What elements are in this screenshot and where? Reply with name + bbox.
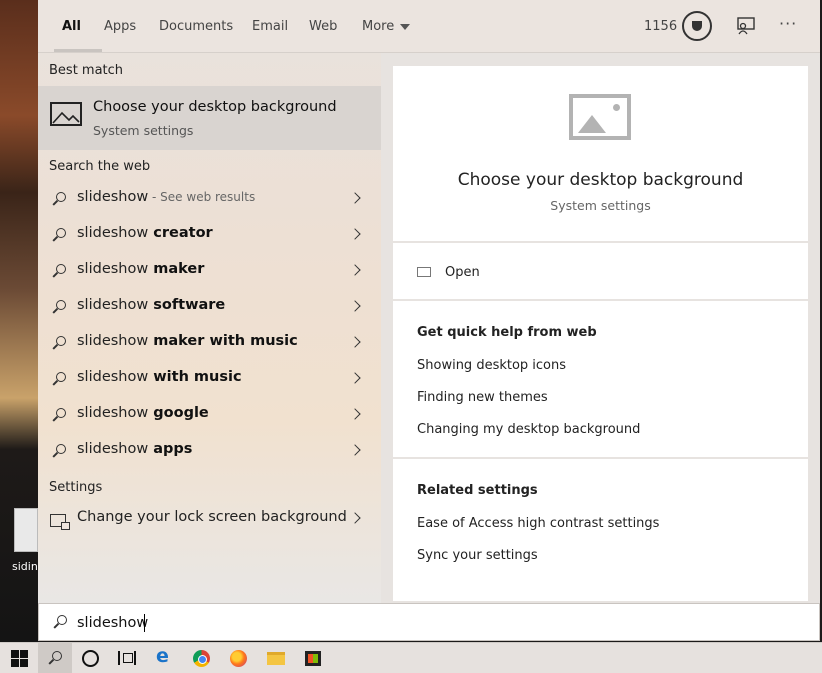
tab-more[interactable]: More: [362, 19, 411, 34]
search-icon: [52, 444, 66, 458]
text-cursor: [144, 614, 145, 632]
web-result-query: slideshow: [77, 333, 149, 349]
search-icon: [52, 192, 66, 206]
search-box[interactable]: [38, 603, 820, 641]
file-explorer-icon[interactable]: [267, 652, 285, 665]
web-result-query: slideshow: [77, 189, 149, 205]
lock-screen-icon: [50, 514, 70, 530]
preview-title: Choose your desktop background: [457, 170, 744, 190]
chevron-right-icon[interactable]: [349, 264, 361, 276]
store-icon[interactable]: [305, 651, 321, 666]
quick-help-heading: Get quick help from web: [417, 325, 597, 340]
web-result-suggestion: google: [148, 405, 209, 421]
chevron-right-icon[interactable]: [349, 192, 361, 204]
tab-email[interactable]: Email: [252, 19, 288, 34]
caret-down-icon: [400, 23, 411, 30]
web-result-query: slideshow: [77, 261, 149, 277]
best-match-title: Choose your desktop background: [93, 99, 337, 115]
search-icon: [53, 615, 67, 629]
web-result-suggestion: with music: [148, 369, 242, 385]
open-action[interactable]: Open: [393, 243, 808, 299]
tab-apps[interactable]: Apps: [104, 19, 136, 34]
open-label: Open: [445, 265, 480, 280]
preview-header-card: Choose your desktop background System se…: [393, 66, 808, 241]
web-result-item[interactable]: slideshow apps: [38, 436, 381, 470]
web-result-query: slideshow: [77, 405, 149, 421]
search-icon: [52, 264, 66, 278]
search-icon: [52, 372, 66, 386]
task-view-icon[interactable]: [118, 651, 136, 665]
search-icon: [52, 228, 66, 242]
search-icon: [52, 336, 66, 350]
quick-help-link[interactable]: Changing my desktop background: [417, 422, 640, 437]
web-result-query: slideshow: [77, 225, 149, 241]
web-result-query: slideshow: [77, 297, 149, 313]
open-icon: [417, 267, 431, 277]
related-settings-card: Related settings Ease of Access high con…: [393, 459, 808, 601]
trophy-icon[interactable]: [682, 11, 712, 41]
web-result-item[interactable]: slideshow maker with music: [38, 328, 381, 362]
picture-icon: [569, 94, 631, 140]
firefox-icon[interactable]: [230, 650, 247, 667]
tab-all[interactable]: All: [62, 19, 81, 34]
chevron-right-icon[interactable]: [349, 408, 361, 420]
search-icon: [52, 408, 66, 422]
quick-help-link[interactable]: Showing desktop icons: [417, 358, 566, 373]
chevron-right-icon[interactable]: [349, 512, 361, 524]
web-result-query: slideshow: [77, 369, 149, 385]
windows-start-icon[interactable]: [10, 648, 30, 668]
search-input[interactable]: [77, 612, 777, 634]
related-setting-link[interactable]: Sync your settings: [417, 548, 538, 563]
desktop-file-icon[interactable]: [14, 508, 38, 552]
feedback-icon[interactable]: [736, 17, 756, 35]
web-result-suggestion: software: [148, 297, 226, 313]
web-result-suggestion: maker: [148, 261, 205, 277]
picture-icon: [50, 102, 82, 126]
active-tab-indicator: [54, 49, 102, 52]
settings-result-item[interactable]: Change your lock screen background: [38, 504, 381, 538]
search-icon: [48, 651, 62, 665]
taskbar-search-button[interactable]: [38, 643, 72, 673]
settings-result-label: Change your lock screen background: [77, 509, 347, 525]
settings-heading: Settings: [49, 480, 103, 495]
quick-help-card: Get quick help from web Showing desktop …: [393, 301, 808, 457]
web-result-suggestion: creator: [148, 225, 213, 241]
taskbar: e: [0, 642, 822, 673]
best-match-item[interactable]: Choose your desktop background System se…: [38, 86, 381, 150]
tab-documents[interactable]: Documents: [159, 19, 233, 34]
chrome-icon[interactable]: [193, 650, 210, 667]
chevron-right-icon[interactable]: [349, 372, 361, 384]
web-result-item[interactable]: slideshow creator: [38, 220, 381, 254]
rewards-points: 1156: [644, 19, 678, 34]
chevron-right-icon[interactable]: [349, 336, 361, 348]
web-result-suggestion: apps: [148, 441, 193, 457]
web-result-item[interactable]: slideshow with music: [38, 364, 381, 398]
web-result-item[interactable]: slideshow software: [38, 292, 381, 326]
search-icon: [52, 300, 66, 314]
edge-icon[interactable]: e: [156, 645, 176, 667]
search-web-heading: Search the web: [49, 159, 151, 174]
chevron-right-icon[interactable]: [349, 444, 361, 456]
tab-more-label: More: [362, 19, 395, 34]
web-result-hint: - See web results: [148, 190, 256, 204]
chevron-right-icon[interactable]: [349, 228, 361, 240]
more-options-icon[interactable]: ···: [779, 14, 797, 33]
desktop-file-label: sidin: [12, 560, 38, 573]
web-result-item[interactable]: slideshow maker: [38, 256, 381, 290]
related-settings-heading: Related settings: [417, 483, 538, 498]
cortana-icon[interactable]: [82, 650, 99, 667]
related-setting-link[interactable]: Ease of Access high contrast settings: [417, 516, 659, 531]
web-result-item[interactable]: slideshow google: [38, 400, 381, 434]
web-result-query: slideshow: [77, 441, 149, 457]
preview-subtitle: System settings: [550, 198, 651, 213]
tab-web[interactable]: Web: [309, 19, 337, 34]
chevron-right-icon[interactable]: [349, 300, 361, 312]
web-result-suggestion: maker with music: [148, 333, 298, 349]
best-match-subtitle: System settings: [93, 123, 194, 138]
best-match-heading: Best match: [49, 63, 124, 78]
web-result-item[interactable]: slideshow - See web results: [38, 184, 381, 218]
quick-help-link[interactable]: Finding new themes: [417, 390, 548, 405]
